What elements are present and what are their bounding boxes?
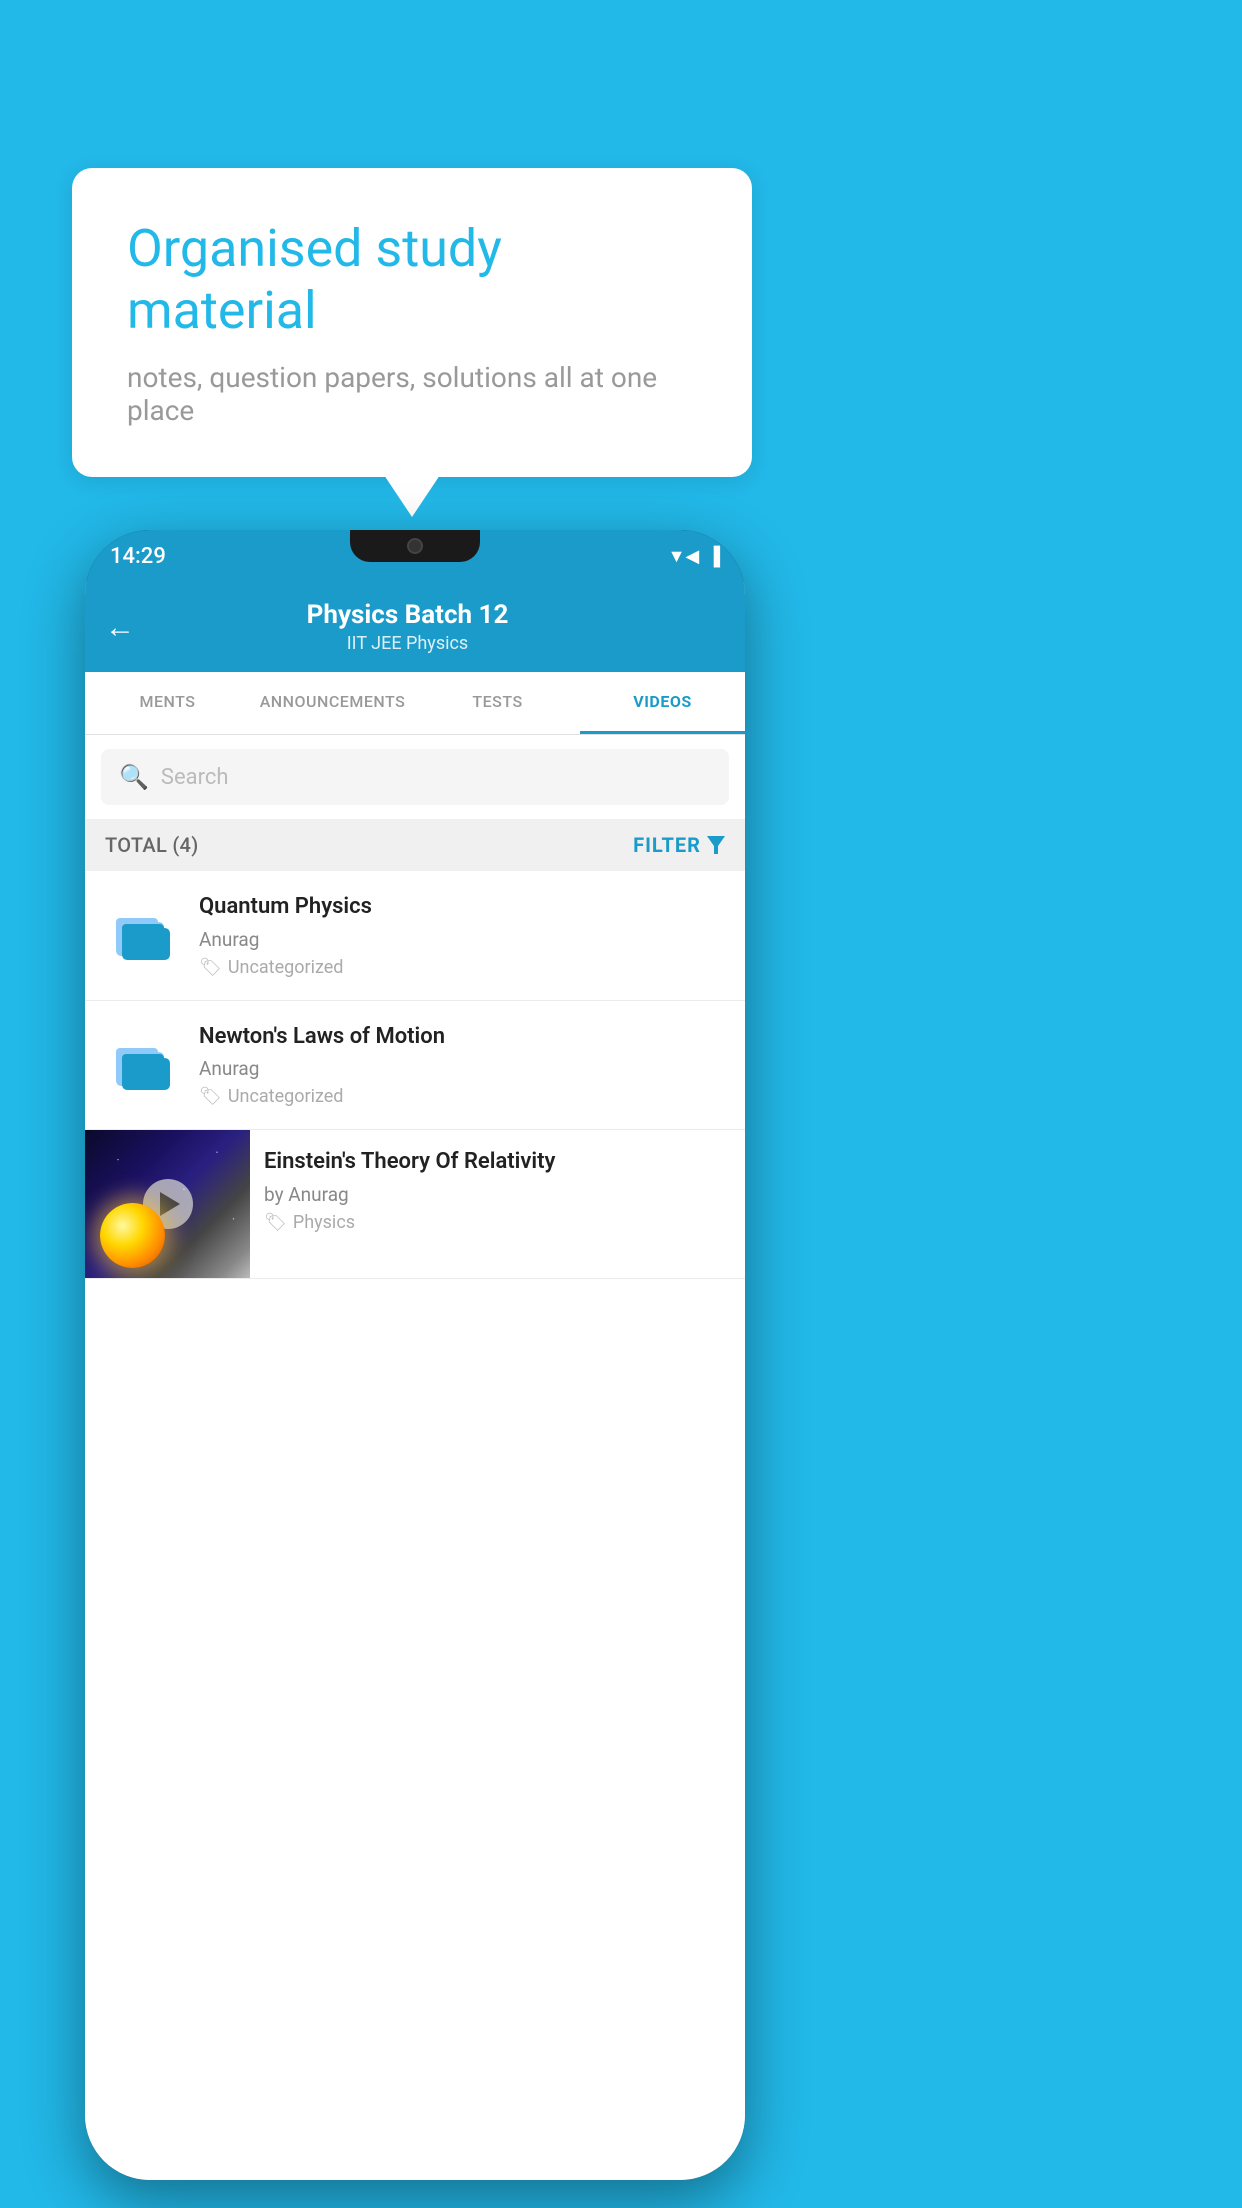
video-author-3: by Anurag [264,1183,731,1206]
list-item[interactable]: Newton's Laws of Motion Anurag 🏷 Uncateg… [85,1001,745,1131]
video-tag-3: 🏷 Physics [264,1212,731,1233]
video-list: Quantum Physics Anurag 🏷 Uncategorized [85,871,745,2180]
status-icons: ▼◀ ▐ [668,546,720,567]
search-bar[interactable]: 🔍 Search [101,749,729,805]
bubble-subtitle: notes, question papers, solutions all at… [127,361,697,427]
filter-bar: TOTAL (4) FILTER [85,819,745,871]
tab-tests[interactable]: TESTS [415,672,580,734]
video-author: Anurag [199,928,727,951]
video-info-3: Einstein's Theory Of Relativity by Anura… [250,1130,745,1251]
tabs-bar: MENTS ANNOUNCEMENTS TESTS VIDEOS [85,672,745,735]
camera [407,538,423,554]
list-item-thumb[interactable]: Einstein's Theory Of Relativity by Anura… [85,1130,745,1279]
video-folder-icon [103,893,183,973]
tab-announcements[interactable]: ANNOUNCEMENTS [250,672,415,734]
list-item[interactable]: Quantum Physics Anurag 🏷 Uncategorized [85,871,745,1001]
search-icon: 🔍 [119,763,149,791]
video-thumbnail [85,1130,250,1278]
tab-ments[interactable]: MENTS [85,672,250,734]
tab-videos[interactable]: VIDEOS [580,672,745,734]
filter-button[interactable]: FILTER [633,833,725,857]
header-title: Physics Batch 12 [150,600,665,630]
video-title-2: Newton's Laws of Motion [199,1023,727,1052]
video-info-2: Newton's Laws of Motion Anurag 🏷 Uncateg… [199,1023,727,1108]
video-title: Quantum Physics [199,893,727,922]
app-header: ← Physics Batch 12 IIT JEE Physics [85,582,745,672]
video-tag: 🏷 Uncategorized [199,957,727,978]
video-info: Quantum Physics Anurag 🏷 Uncategorized [199,893,727,978]
search-placeholder: Search [161,765,229,790]
notch [350,530,480,562]
total-count: TOTAL (4) [105,833,199,857]
search-container: 🔍 Search [85,735,745,819]
speech-bubble: Organised study material notes, question… [72,168,752,477]
status-time: 14:29 [110,544,166,569]
header-info: Physics Batch 12 IIT JEE Physics [150,600,665,654]
video-tag-2: 🏷 Uncategorized [199,1086,727,1107]
phone-frame: 14:29 ▼◀ ▐ ← Physics Batch 12 IIT JEE Ph… [85,530,745,2180]
battery-icon: ▐ [707,546,720,567]
tag-icon-2: 🏷 [199,1086,222,1107]
tag-icon: 🏷 [199,957,222,978]
back-button[interactable]: ← [105,610,135,645]
sphere-glow [100,1203,165,1268]
bubble-title: Organised study material [127,218,697,343]
filter-icon [707,836,725,854]
video-folder-icon-2 [103,1023,183,1103]
wifi-icon: ▼◀ [668,546,700,567]
video-author-2: Anurag [199,1057,727,1080]
video-title-3: Einstein's Theory Of Relativity [264,1148,731,1177]
header-subtitle: IIT JEE Physics [150,633,665,654]
app-content: ← Physics Batch 12 IIT JEE Physics MENTS… [85,582,745,2180]
tag-icon-3: 🏷 [264,1212,287,1233]
status-bar: 14:29 ▼◀ ▐ [85,530,745,582]
